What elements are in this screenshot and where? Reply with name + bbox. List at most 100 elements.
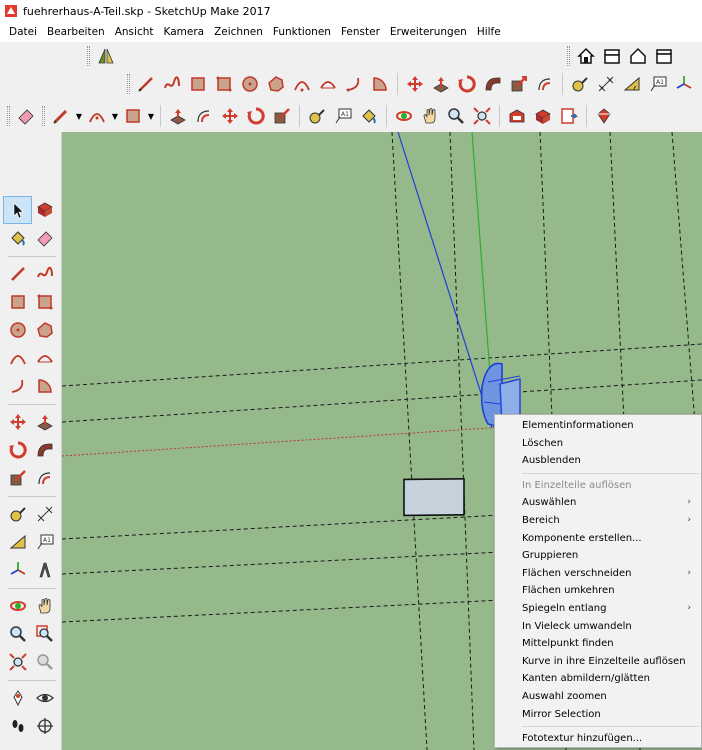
menu-item-spiegeln-entlang[interactable]: Spiegeln entlang › — [495, 600, 701, 618]
warehouse-icon[interactable] — [504, 103, 530, 129]
shape-dropdown-tool-icon[interactable] — [120, 103, 146, 129]
menu-item-fototextur-hinzufuegen[interactable]: Fototextur hinzufügen... — [495, 730, 701, 748]
menu-item-flaechen-verschneiden[interactable]: Flächen verschneiden › — [495, 565, 701, 583]
rotated-rectangle-icon[interactable] — [31, 289, 58, 315]
move-tool-icon[interactable] — [402, 71, 428, 97]
mirror-tool-icon[interactable] — [93, 43, 119, 69]
zoom-window-icon[interactable] — [31, 621, 58, 647]
polygon-icon[interactable] — [31, 317, 58, 343]
tape-measure-tool-icon[interactable] — [567, 71, 593, 97]
zoom-extents-icon[interactable] — [469, 103, 495, 129]
menu-item-auswahl-zoomen[interactable]: Auswahl zoomen — [495, 688, 701, 706]
zoom-icon[interactable] — [443, 103, 469, 129]
circle-icon[interactable] — [4, 317, 31, 343]
tape-measure-icon[interactable] — [4, 501, 31, 527]
menu-item-bereich[interactable]: Bereich › — [495, 512, 701, 530]
circle-tool-icon[interactable] — [237, 71, 263, 97]
offset-icon[interactable] — [191, 103, 217, 129]
text-tool-icon[interactable]: A1 — [645, 71, 671, 97]
select-arrow-icon[interactable] — [3, 196, 32, 224]
arc-dropdown-tool-icon[interactable] — [84, 103, 110, 129]
pie-icon[interactable] — [31, 373, 58, 399]
two-point-arc-tool-icon[interactable] — [315, 71, 341, 97]
text-icon[interactable]: A1 — [31, 529, 58, 555]
pan-hand-icon[interactable] — [31, 593, 58, 619]
layout-icon[interactable] — [556, 103, 582, 129]
rotated-rectangle-tool-icon[interactable] — [211, 71, 237, 97]
menu-item-kanten-abmildern[interactable]: Kanten abmildern/glätten — [495, 670, 701, 688]
move-icon[interactable] — [4, 409, 31, 435]
eraser-tool-icon[interactable] — [13, 103, 39, 129]
toolbar-grip[interactable] — [567, 46, 570, 66]
scale-icon[interactable] — [4, 465, 31, 491]
zoom-icon[interactable] — [4, 621, 31, 647]
axes-tool-icon[interactable] — [671, 71, 697, 97]
freehand-tool-icon[interactable] — [159, 71, 185, 97]
three-point-arc-icon[interactable] — [4, 373, 31, 399]
previous-view-icon[interactable] — [31, 649, 58, 675]
menu-datei[interactable]: Datei — [4, 26, 42, 38]
pencil-tool-icon[interactable] — [48, 103, 74, 129]
menu-item-kurve-aufloesen[interactable]: Kurve in ihre Einzelteile auflösen — [495, 653, 701, 671]
menu-bearbeiten[interactable]: Bearbeiten — [42, 26, 110, 38]
3d-text-icon[interactable] — [31, 557, 58, 583]
rotate-tool-icon[interactable] — [454, 71, 480, 97]
menu-item-gruppieren[interactable]: Gruppieren — [495, 547, 701, 565]
front-view-icon[interactable] — [625, 43, 651, 69]
toolbar-grip[interactable] — [42, 106, 45, 126]
home-view-icon[interactable] — [573, 43, 599, 69]
toolbar-grip[interactable] — [127, 74, 130, 94]
toolbar-grip[interactable] — [87, 46, 90, 66]
menu-fenster[interactable]: Fenster — [336, 26, 385, 38]
toolbar-grip[interactable] — [7, 106, 10, 126]
menu-funktionen[interactable]: Funktionen — [268, 26, 336, 38]
pan-hand-icon[interactable] — [417, 103, 443, 129]
protractor-tool-icon[interactable] — [619, 71, 645, 97]
walk-footprints-icon[interactable] — [4, 713, 31, 739]
menu-item-loeschen[interactable]: Löschen — [495, 435, 701, 453]
chevron-down-icon[interactable]: ▼ — [74, 103, 84, 129]
menu-kamera[interactable]: Kamera — [159, 26, 210, 38]
freehand-icon[interactable] — [31, 261, 58, 287]
scale-tool-icon[interactable] — [506, 71, 532, 97]
push-pull-icon[interactable] — [165, 103, 191, 129]
arc-icon[interactable] — [4, 345, 31, 371]
menu-item-flaechen-umkehren[interactable]: Flächen umkehren — [495, 582, 701, 600]
rotate-icon[interactable] — [4, 437, 31, 463]
menu-item-mittelpunkt-finden[interactable]: Mittelpunkt finden — [495, 635, 701, 653]
rectangle-tool-icon[interactable] — [185, 71, 211, 97]
move-icon[interactable] — [217, 103, 243, 129]
polygon-tool-icon[interactable] — [263, 71, 289, 97]
chevron-down-icon[interactable]: ▼ — [146, 103, 156, 129]
push-pull-tool-icon[interactable] — [428, 71, 454, 97]
follow-me-tool-icon[interactable] — [480, 71, 506, 97]
line-icon[interactable] — [4, 261, 31, 287]
chevron-down-icon[interactable]: ▼ — [110, 103, 120, 129]
orbit-icon[interactable] — [391, 103, 417, 129]
make-component-icon[interactable] — [31, 197, 58, 223]
offset-icon[interactable] — [31, 465, 58, 491]
two-point-arc-icon[interactable] — [31, 345, 58, 371]
menu-hilfe[interactable]: Hilfe — [472, 26, 506, 38]
dimension-icon[interactable] — [31, 501, 58, 527]
follow-me-icon[interactable] — [31, 437, 58, 463]
arc-tool-icon[interactable] — [289, 71, 315, 97]
orbit-icon[interactable] — [4, 593, 31, 619]
dimension-tool-icon[interactable] — [593, 71, 619, 97]
right-view-icon[interactable] — [651, 43, 677, 69]
menu-ansicht[interactable]: Ansicht — [110, 26, 159, 38]
rotate-icon[interactable] — [243, 103, 269, 129]
zoom-extents-icon[interactable] — [4, 649, 31, 675]
offset-tool-icon[interactable] — [532, 71, 558, 97]
menu-item-elementinformationen[interactable]: Elementinformationen — [495, 417, 701, 435]
menu-item-mirror-selection[interactable]: Mirror Selection — [495, 706, 701, 724]
paint-bucket-icon[interactable] — [4, 225, 31, 251]
rectangle-icon[interactable] — [4, 289, 31, 315]
extension-warehouse-icon[interactable] — [591, 103, 617, 129]
protractor-icon[interactable] — [4, 529, 31, 555]
components-icon[interactable] — [530, 103, 556, 129]
pie-tool-icon[interactable] — [367, 71, 393, 97]
look-around-eye-icon[interactable] — [31, 685, 58, 711]
scale-icon[interactable] — [269, 103, 295, 129]
menu-item-in-vieleck-umwandeln[interactable]: In Vieleck umwandeln — [495, 618, 701, 636]
